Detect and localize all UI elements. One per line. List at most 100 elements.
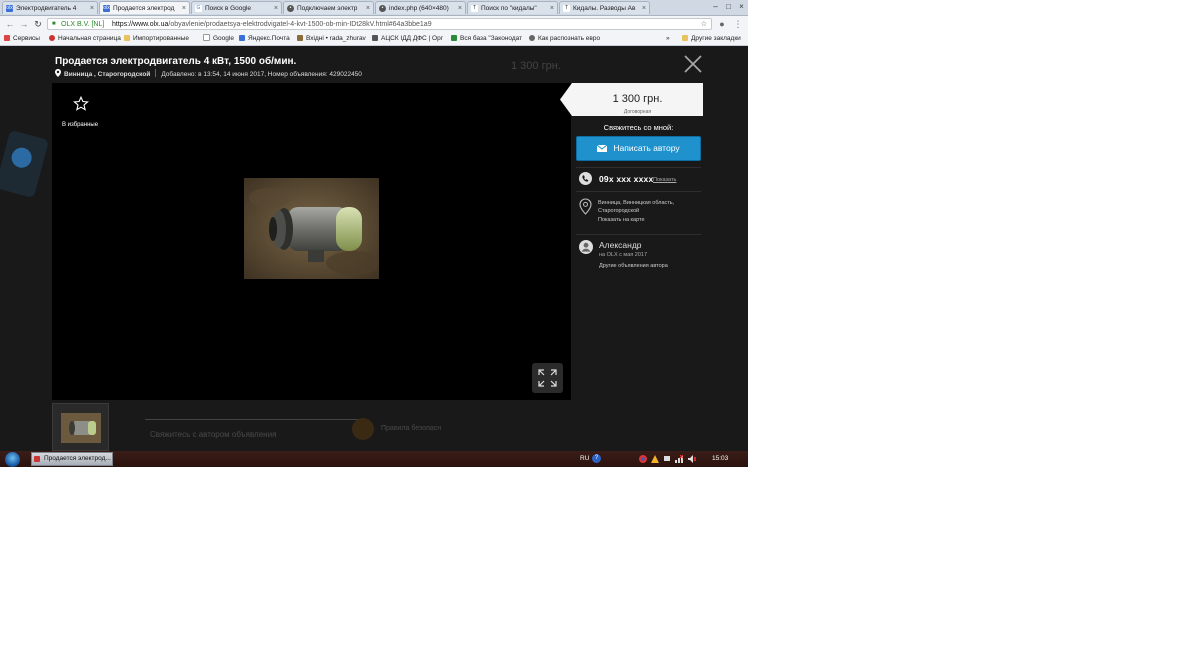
tab-label: Электродвигатель 4 [16, 5, 77, 12]
write-button-label: Написать автору [613, 143, 680, 153]
maximize-icon[interactable]: □ [722, 0, 735, 15]
site-icon [49, 35, 55, 41]
location-text: Винница, Винницкая область, Старогородск… [598, 200, 675, 214]
bookmark-star-icon[interactable]: ☆ [701, 19, 707, 31]
bookmark-label: АЦСК ІДД ДФС | Орг [381, 35, 444, 42]
minimize-icon[interactable]: – [709, 0, 722, 15]
bookmark-label: Яндекс.Почта [248, 35, 290, 42]
tab-close-icon[interactable]: × [90, 2, 94, 14]
location-pin-icon [55, 69, 61, 77]
system-clock[interactable]: 15:03 [712, 455, 728, 462]
reload-icon[interactable]: ↻ [32, 18, 44, 30]
google-favicon-icon: G [195, 5, 202, 12]
bookmark-item[interactable]: Импортированные [124, 33, 189, 45]
tab-1[interactable]: olx Электродвигатель 4 × [2, 1, 98, 14]
bookmark-item[interactable]: Вхідні • rada_zhurav [297, 33, 366, 45]
flag-tray-icon[interactable] [663, 455, 671, 463]
bookmark-label: Вхідні • rada_zhurav [306, 35, 366, 42]
listing-location[interactable]: Винница , Старогородской [64, 71, 150, 78]
extension-icon[interactable]: ● [715, 17, 729, 31]
tab-close-icon[interactable]: × [182, 2, 186, 14]
listing-photo[interactable] [244, 178, 379, 279]
volume-tray-icon[interactable] [688, 455, 696, 463]
site-favicon-icon: • [379, 5, 386, 12]
bookmark-label: Другие закладки [691, 35, 741, 42]
favorite-star-icon[interactable] [73, 96, 89, 112]
taskbar-chrome-window[interactable]: Продается электрод... [31, 452, 113, 466]
tab-3[interactable]: G Поиск в Google × [191, 1, 282, 14]
url-host: https://www.olx.ua [112, 21, 169, 28]
phone-icon [579, 172, 592, 185]
warning-tray-icon[interactable] [651, 455, 659, 463]
lock-icon: ■ [52, 21, 56, 27]
motor-thumbnail-image [61, 413, 101, 443]
tab-label: Подключаем электр [297, 5, 358, 12]
menu-icon[interactable]: ⋮ [731, 17, 745, 31]
address-bar[interactable]: ■ OLX B.V. [NL] https://www.olx.ua/obyav… [47, 18, 712, 30]
bookmark-item[interactable]: Вся база "Законодат [451, 33, 522, 45]
mail-icon [239, 35, 245, 41]
url-path: /obyavlenie/prodaetsya-elektrodvigatel-4… [168, 21, 432, 28]
forward-arrow-icon[interactable]: → [18, 18, 30, 30]
folder-icon [682, 35, 688, 41]
background-divider [145, 419, 360, 420]
bookmark-item[interactable]: Как распознать евро [529, 33, 600, 45]
site-icon [372, 35, 378, 41]
bookmark-item[interactable]: Яндекс.Почта [239, 33, 290, 45]
browser-tab-strip: olx Электродвигатель 4 × olx Продается э… [0, 0, 748, 16]
start-button[interactable] [5, 452, 20, 467]
sidebar-divider [576, 234, 701, 235]
tab-5[interactable]: • index.php (640×480) × [375, 1, 466, 14]
show-on-map-link[interactable]: Показать на карте [598, 217, 645, 223]
price-amount: 1 300 грн. [612, 93, 663, 105]
bookmark-apps[interactable]: Сервисы [4, 33, 40, 45]
olx-listing-page: 1 300 грн. Свяжитесь с автором объявлени… [0, 46, 748, 451]
window-controls: – □ × [709, 0, 748, 15]
other-bookmarks[interactable]: Другие закладки [682, 33, 741, 45]
site-icon [297, 35, 303, 41]
bookmark-item[interactable]: АЦСК ІДД ДФС | Орг [372, 33, 443, 45]
meta-separator [155, 69, 157, 77]
browser-toolbar: ← → ↻ ■ OLX B.V. [NL] https://www.olx.ua… [0, 16, 748, 33]
tab-close-icon[interactable]: × [274, 2, 278, 14]
fullscreen-button[interactable] [532, 363, 563, 393]
back-arrow-icon[interactable]: ← [4, 18, 16, 30]
write-to-author-button[interactable]: Написать автору [576, 136, 701, 161]
url-text[interactable]: https://www.olx.ua/obyavlenie/prodaetsya… [112, 19, 432, 31]
taskbar-item-label: Продается электрод... [44, 455, 111, 462]
chrome-tray-icon[interactable] [639, 455, 647, 463]
tab-close-icon[interactable]: × [550, 2, 554, 14]
listing-meta: Винница , Старогородской Добавлено: в 13:… [55, 69, 362, 78]
tab-2-active[interactable]: olx Продается электрод × [99, 1, 190, 14]
background-shield-icon [352, 418, 374, 440]
help-icon[interactable]: ? [592, 454, 601, 463]
tab-6[interactable]: T Поиск по "кидалы" × [467, 1, 558, 14]
phone-number: 09x xxx xxxx [599, 174, 654, 184]
author-other-ads-link[interactable]: Другие объявления автора [599, 263, 668, 269]
bookmark-item[interactable]: Google [203, 33, 234, 45]
envelope-icon [597, 145, 608, 152]
folder-icon [124, 35, 130, 41]
site-identity[interactable]: OLX B.V. [NL] [61, 19, 104, 31]
tab-close-icon[interactable]: × [642, 2, 646, 14]
favorite-label[interactable]: В избранные [52, 122, 108, 128]
motor-photo-image [244, 178, 379, 279]
show-phone-link[interactable]: Показать [653, 177, 676, 183]
bookmarks-overflow[interactable]: » [666, 33, 670, 45]
olx-favicon-icon: olx [6, 5, 13, 12]
google-icon [203, 34, 210, 41]
background-safety-text: Правила безопасн [381, 425, 442, 432]
language-indicator[interactable]: RU [580, 455, 589, 462]
window-close-icon[interactable]: × [735, 0, 748, 15]
tab-7[interactable]: T Кидалы. Разводы Ав × [559, 1, 650, 14]
close-gallery-icon[interactable] [683, 54, 703, 74]
background-phone-image [0, 129, 50, 199]
bookmark-item[interactable]: Начальная страница [49, 33, 121, 45]
tab-4[interactable]: • Подключаем электр × [283, 1, 374, 14]
tab-close-icon[interactable]: × [458, 2, 462, 14]
photo-thumbnail[interactable] [52, 403, 109, 451]
olx-favicon-icon: olx [103, 5, 110, 12]
bookmark-label: Как распознать евро [538, 35, 601, 42]
tab-close-icon[interactable]: × [366, 2, 370, 14]
network-tray-icon[interactable] [675, 455, 683, 463]
